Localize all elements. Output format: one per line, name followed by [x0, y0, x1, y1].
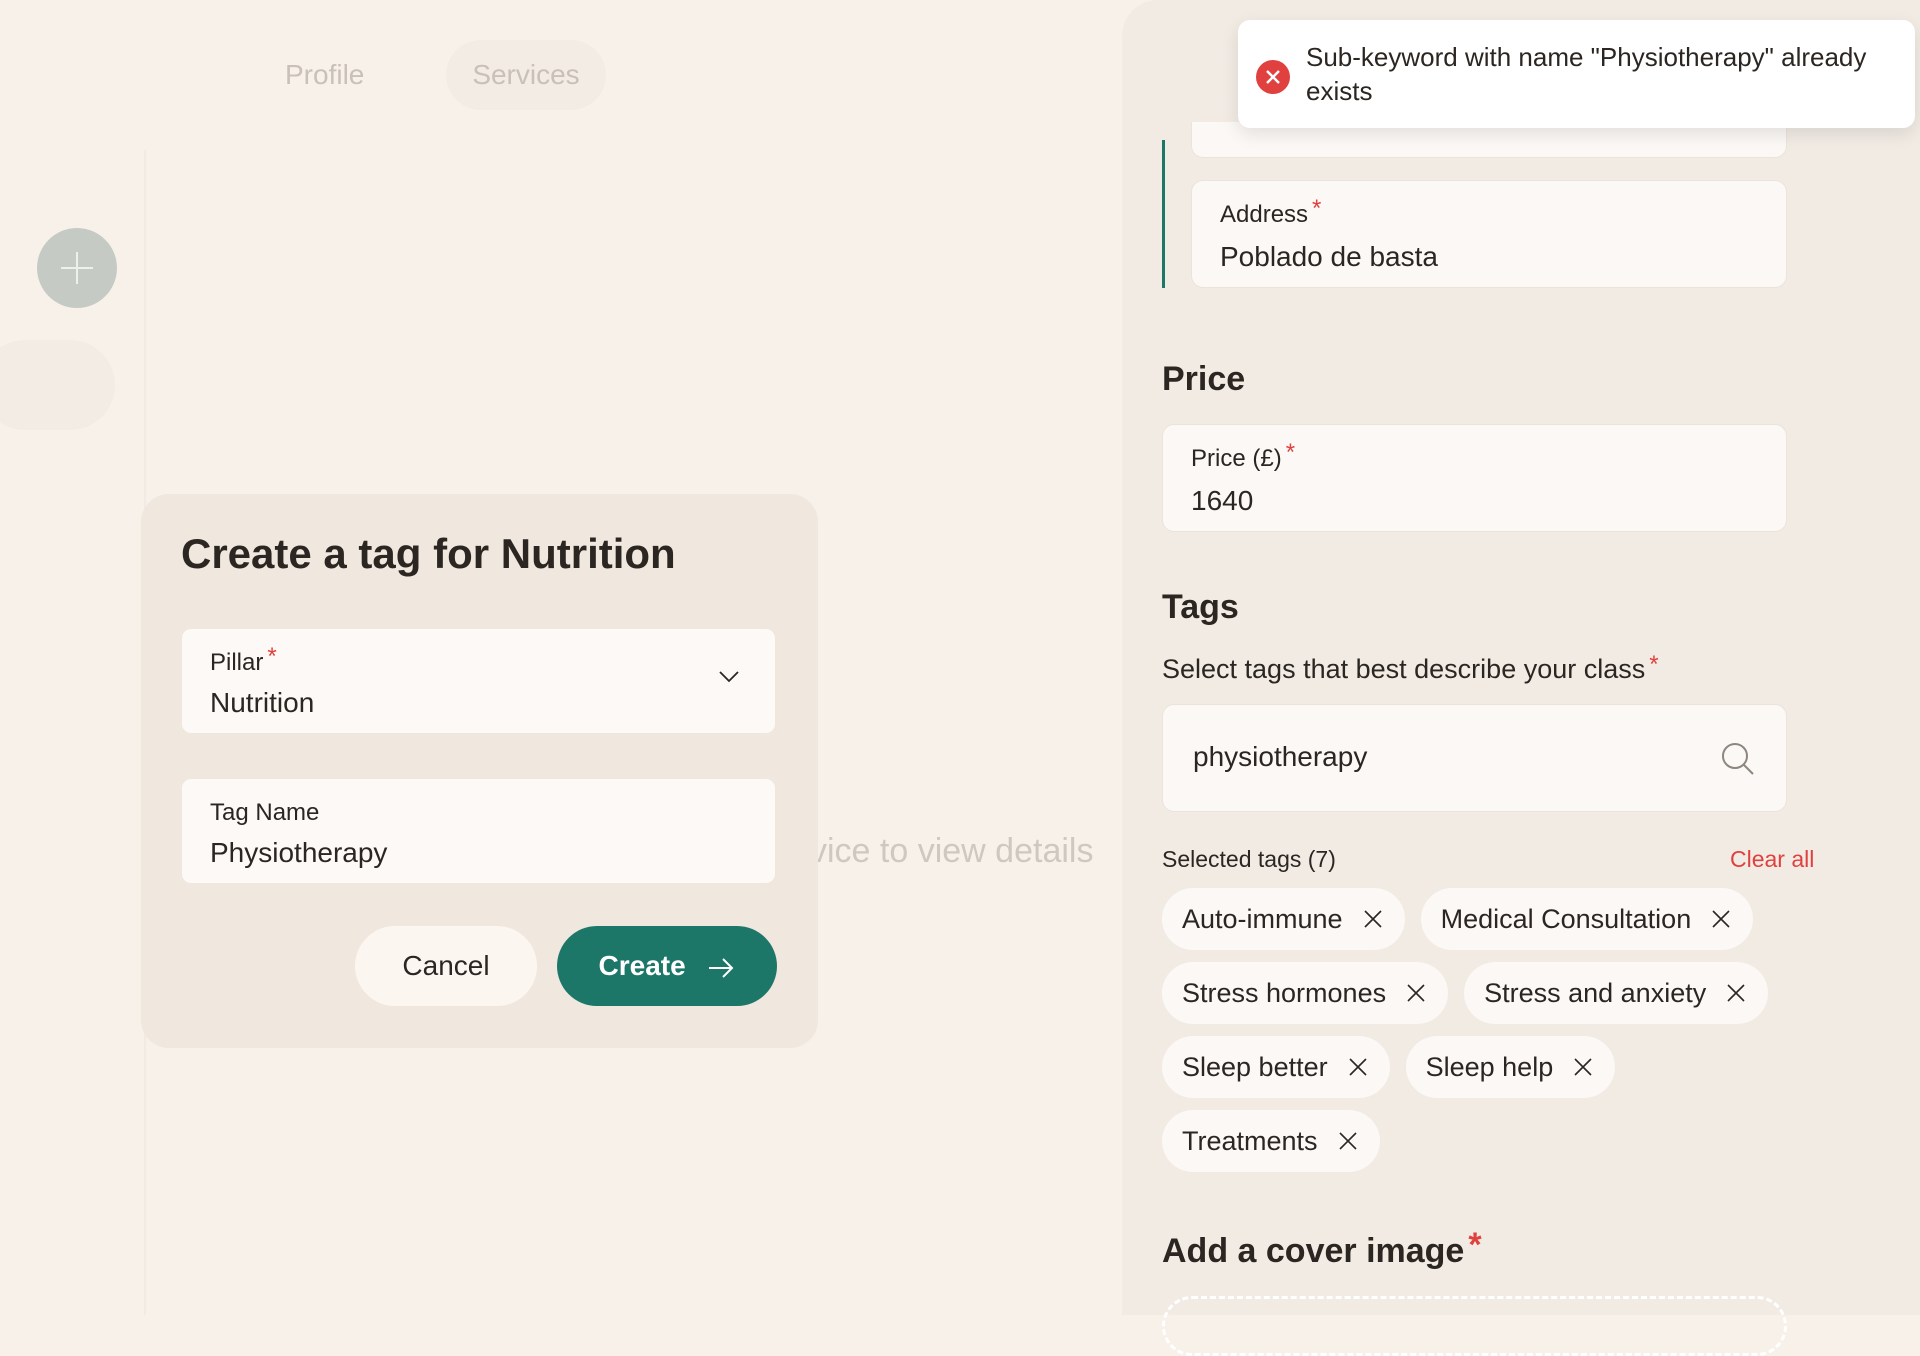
price-field[interactable]: Price (£) * 1640 [1162, 424, 1787, 532]
pillar-value: Nutrition [210, 687, 315, 718]
tag-name-value: Physiotherapy [210, 837, 388, 868]
create-tag-dialog: Create a tag for Nutrition Pillar * Nutri… [141, 494, 818, 1048]
tag-chip: Auto-immune [1162, 888, 1405, 950]
arrow-right-icon [709, 957, 734, 978]
chevron-down-icon[interactable] [719, 667, 739, 687]
list-item [0, 340, 115, 430]
cover-image-dropzone[interactable] [1162, 1296, 1787, 1356]
add-button[interactable] [37, 228, 117, 308]
remove-tag-icon[interactable] [1711, 909, 1731, 929]
tag-name-field[interactable]: Tag Name Physiotherapy [181, 778, 776, 884]
tag-chip: Sleep better [1162, 1036, 1390, 1098]
tag-search-value: physiotherapy [1193, 741, 1368, 772]
error-icon [1256, 60, 1290, 94]
remove-tag-icon[interactable] [1406, 983, 1426, 1003]
empty-state-text: vice to view details [810, 832, 1094, 870]
cancel-button[interactable]: Cancel [355, 926, 537, 1006]
tag-chip: Stress hormones [1162, 962, 1449, 1024]
tag-chip: Treatments [1162, 1110, 1380, 1172]
price-section-title: Price [1162, 360, 1246, 398]
service-form-panel: Address * Poblado de basta Price Price (£… [1122, 0, 1920, 1356]
tab-profile[interactable]: Profile [285, 40, 364, 110]
address-value: Poblado de basta [1220, 241, 1438, 272]
tag-chip: Stress and anxiety [1464, 962, 1769, 1024]
remove-tag-icon[interactable] [1348, 1057, 1368, 1077]
cancel-button-label: Cancel [402, 950, 490, 981]
clear-all-button[interactable]: Clear all [1730, 846, 1814, 873]
tag-chip: Sleep help [1405, 1036, 1616, 1098]
selected-tags-list: Auto-immune Medical Consultation Stress … [1162, 888, 1802, 1184]
tag-name-label: Tag Name [210, 799, 320, 826]
selected-tags-count: Selected tags (7) [1162, 846, 1336, 872]
price-label: Price (£) * [1191, 439, 1296, 472]
create-button-label: Create [598, 950, 686, 981]
pillar-select[interactable]: Pillar * Nutrition [181, 628, 776, 734]
cover-image-title: Add a cover image * [1162, 1226, 1482, 1270]
remove-tag-icon[interactable] [1726, 983, 1746, 1003]
price-value: 1640 [1191, 485, 1254, 516]
tag-search-input[interactable]: physiotherapy [1162, 704, 1787, 812]
search-icon[interactable] [1720, 741, 1756, 777]
remove-tag-icon[interactable] [1338, 1131, 1358, 1151]
toast-message: Sub-keyword with name "Physiotherapy" al… [1306, 42, 1867, 106]
error-toast: Sub-keyword with name "Physiotherapy" al… [1238, 20, 1915, 128]
address-field[interactable]: Address * Poblado de basta [1191, 180, 1787, 288]
create-button[interactable]: Create [557, 926, 777, 1006]
tags-section-title: Tags [1162, 588, 1239, 626]
address-label: Address * [1220, 195, 1322, 228]
location-accent-bar [1162, 140, 1165, 288]
remove-tag-icon[interactable] [1363, 909, 1383, 929]
pillar-label: Pillar * [210, 643, 277, 676]
remove-tag-icon[interactable] [1573, 1057, 1593, 1077]
tag-chip: Medical Consultation [1420, 888, 1754, 950]
tags-subtitle: Select tags that best describe your clas… [1162, 651, 1659, 684]
dialog-title: Create a tag for Nutrition [181, 530, 676, 577]
tab-services[interactable]: Services [446, 40, 606, 110]
